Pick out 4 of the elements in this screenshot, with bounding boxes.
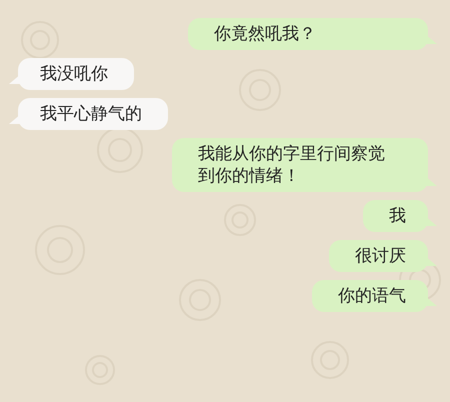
bubble-tail — [425, 296, 437, 306]
bubble-tail — [9, 74, 21, 84]
bubble-tail — [9, 114, 21, 124]
bubble-tail — [425, 256, 437, 266]
